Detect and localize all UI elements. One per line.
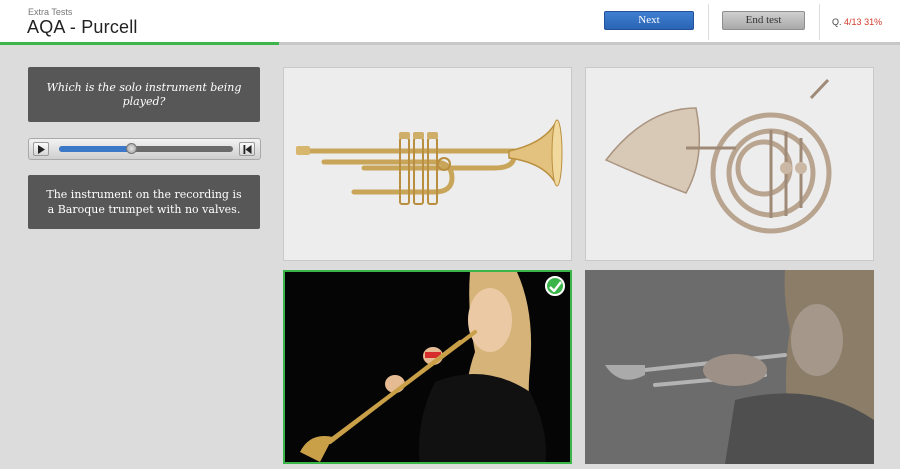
progress-bar-fill	[0, 42, 279, 45]
divider	[708, 4, 709, 40]
skip-back-icon	[243, 145, 252, 154]
answer-option-3[interactable]	[283, 270, 572, 464]
checkmark-icon	[549, 281, 562, 292]
modern-trumpet-image	[296, 119, 563, 205]
page-title: AQA - Purcell	[27, 17, 138, 37]
question-prompt: Which is the solo instrument being playe…	[28, 67, 260, 122]
top-bar: Extra Tests AQA - Purcell Next End test …	[0, 0, 900, 42]
question-prefix: Q.	[832, 17, 842, 27]
end-test-button[interactable]: End test	[722, 11, 805, 30]
answer-option-2[interactable]	[585, 67, 874, 261]
answer-option-1[interactable]	[283, 67, 572, 261]
question-number: 4/13	[844, 17, 862, 27]
play-icon	[38, 145, 45, 154]
divider	[819, 4, 820, 40]
audio-seek-thumb[interactable]	[126, 143, 138, 154]
baroque-trumpet-player-image	[300, 272, 546, 462]
question-counter: Q. 4/13 31%	[832, 17, 882, 27]
audio-seek-fill	[59, 146, 133, 152]
question-text: Which is the solo instrument being playe…	[46, 80, 242, 108]
feedback-text: The instrument on the recording is a Bar…	[46, 188, 242, 216]
rewind-button[interactable]	[239, 142, 255, 156]
answer-option-4[interactable]	[585, 270, 874, 464]
play-button[interactable]	[33, 142, 49, 156]
audio-seek-track[interactable]	[59, 143, 233, 154]
correct-check-badge	[545, 276, 565, 296]
french-horn-image	[604, 78, 832, 234]
section-subtitle: Extra Tests	[28, 7, 73, 17]
answer-feedback: The instrument on the recording is a Bar…	[28, 175, 260, 229]
progress-percent: 31%	[864, 17, 883, 27]
audio-player	[28, 138, 261, 160]
progress-bar	[0, 42, 900, 45]
next-button[interactable]: Next	[604, 11, 694, 30]
trumpet-player-image	[605, 270, 874, 464]
